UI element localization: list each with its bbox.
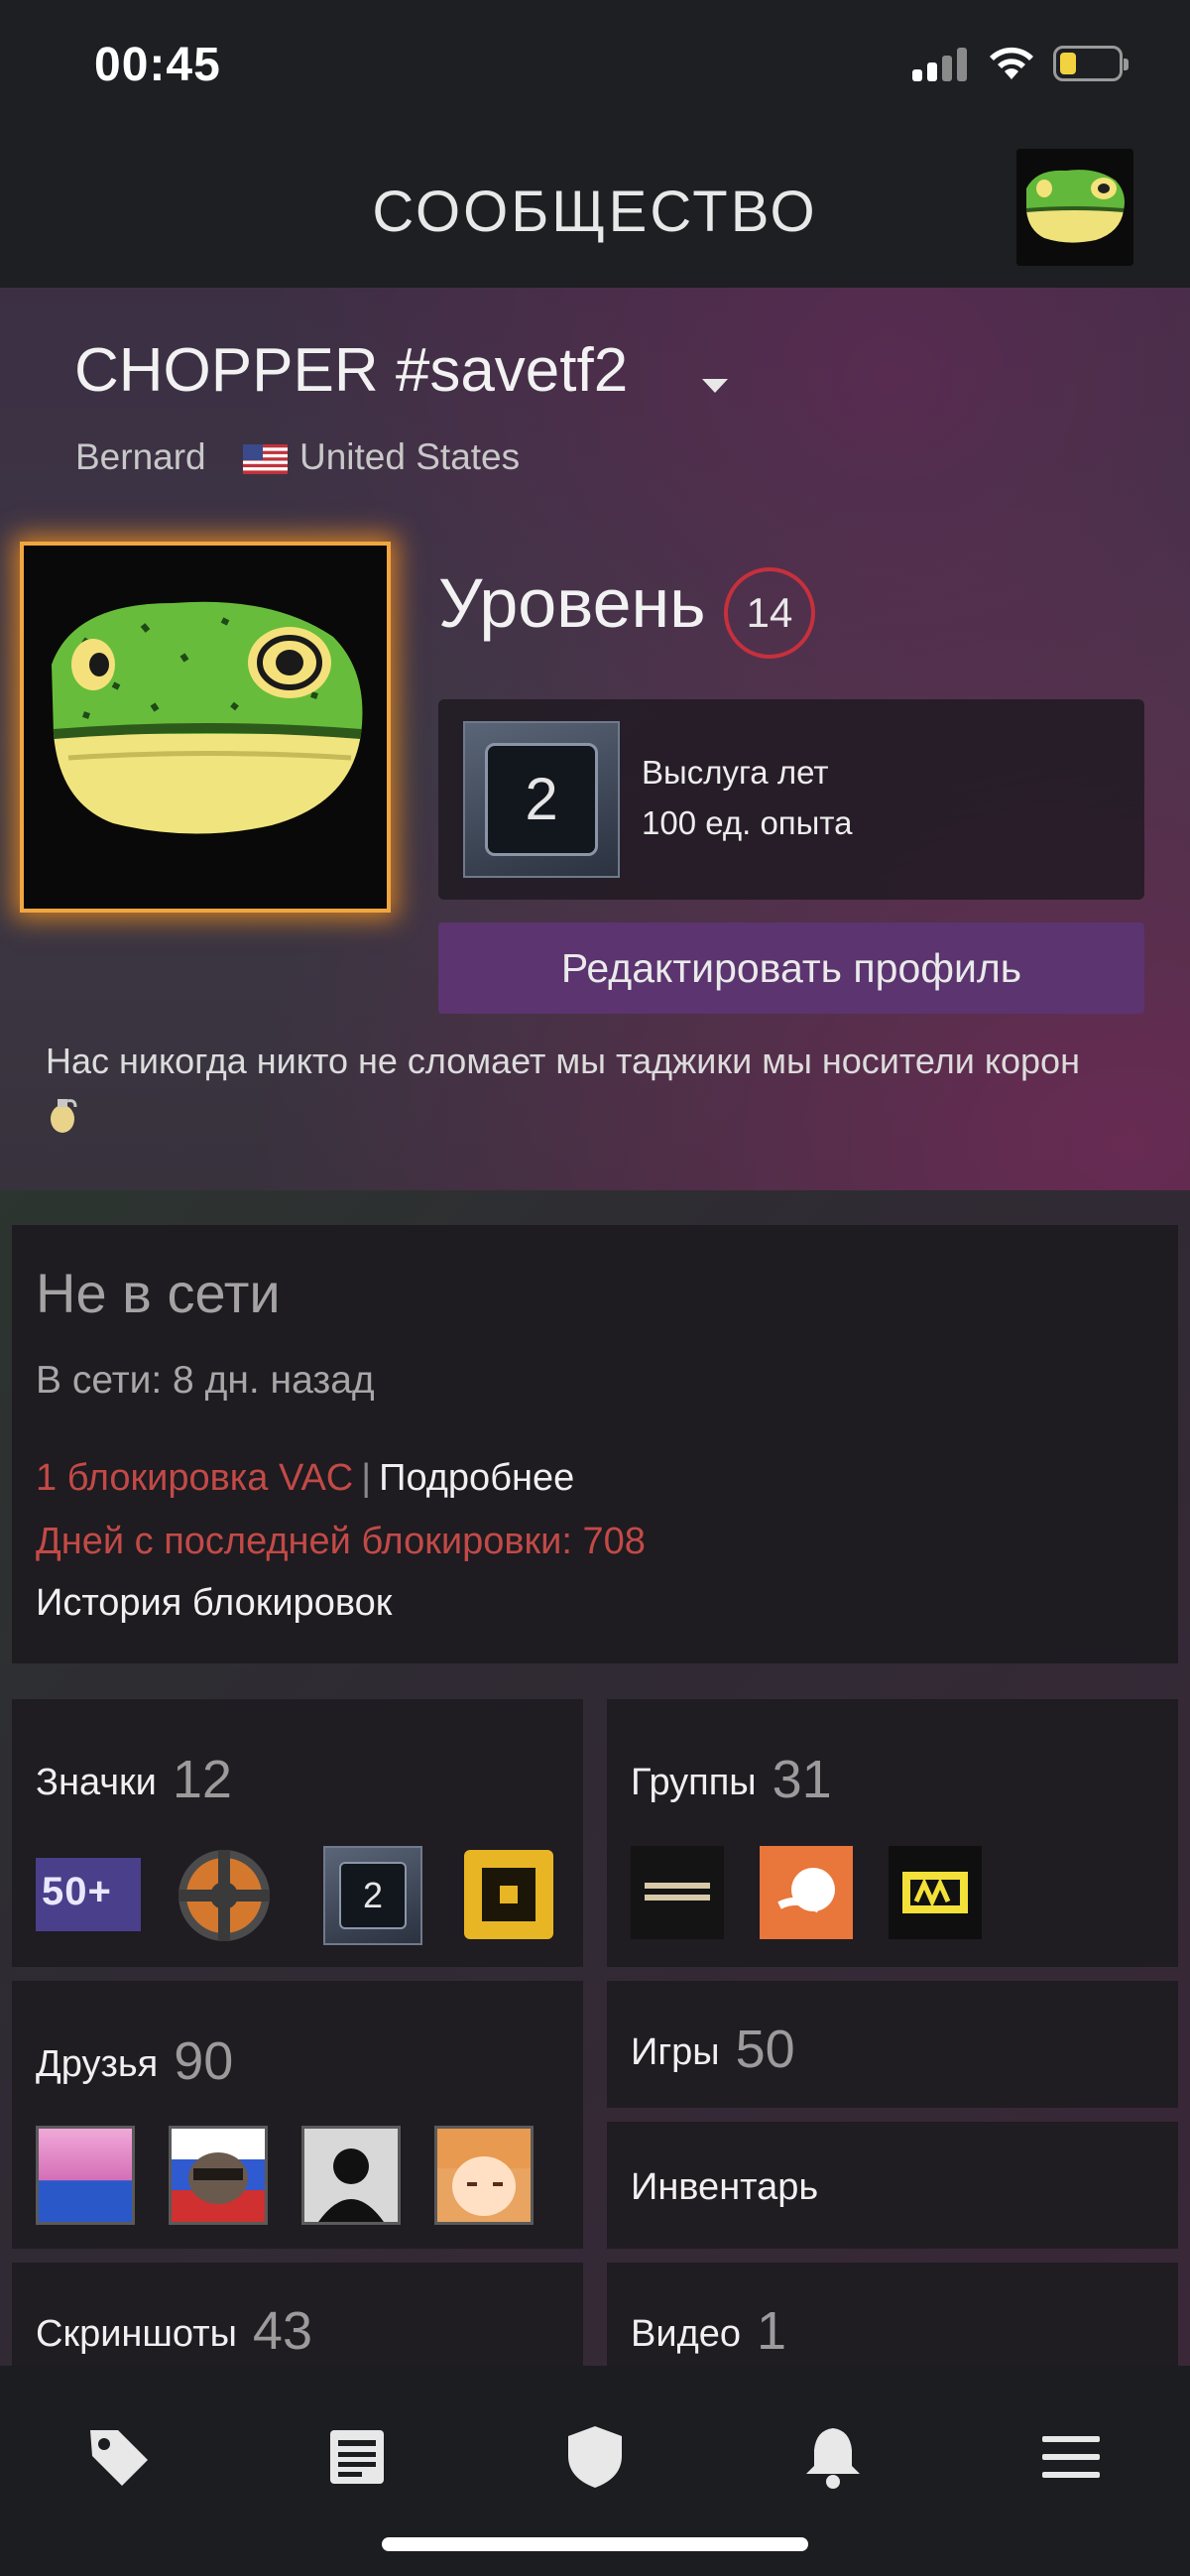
badges-tile[interactable]: Значки 12 50+ 2 [12, 1699, 583, 1967]
games-heading: Игры 50 [631, 2019, 795, 2080]
anime-face-icon [437, 2129, 531, 2216]
games-count: 50 [735, 2020, 795, 2079]
friend-avatar-1[interactable] [36, 2126, 135, 2225]
silhouette-icon [318, 2148, 384, 2222]
videos-tile[interactable]: Видео 1 [607, 2263, 1178, 2366]
videos-heading: Видео 1 [631, 2300, 786, 2362]
screenshots-tile[interactable]: Скриншоты 43 [12, 2263, 583, 2366]
real-name: Bernard [75, 436, 206, 477]
wifi-icon [990, 47, 1033, 79]
friends-count: 90 [174, 2031, 234, 2091]
tf2-badge-icon[interactable] [175, 1846, 274, 1945]
level-label: Уровень [438, 564, 706, 642]
header-avatar[interactable] [1016, 149, 1133, 266]
years-badge-number: 2 [485, 743, 598, 856]
home-indicator[interactable] [382, 2537, 808, 2551]
screenshots-count: 43 [252, 2301, 312, 2361]
online-status: Не в сети [36, 1262, 281, 1324]
featured-badge-card[interactable]: 2 Выслуга лет 100 ед. опыта [438, 699, 1144, 900]
games-label: Игры [631, 2031, 720, 2073]
days-since-ban: Дней с последней блокировки: 708 [36, 1521, 646, 1562]
battery-icon [1053, 46, 1129, 81]
frog-avatar-large-icon [24, 546, 387, 909]
friends-label: Друзья [36, 2043, 159, 2085]
page-title: СООБЩЕСТВО [372, 180, 818, 244]
friends-heading: Друзья 90 [36, 2030, 233, 2092]
friend-avatar-4[interactable] [434, 2126, 534, 2225]
edit-profile-button[interactable]: Редактировать профиль [438, 922, 1144, 1014]
friends-tile[interactable]: Друзья 90 [12, 1981, 583, 2249]
vac-separator: | [361, 1457, 372, 1499]
inventory-label: Инвентарь [631, 2166, 819, 2208]
profile-hero: CHOPPER #savetf2 Bernard United States У… [0, 288, 1190, 1190]
badge-title: Выслуга лет [642, 754, 829, 791]
friend-avatar-3[interactable] [301, 2126, 401, 2225]
group-avatar-navi[interactable] [889, 1846, 982, 1939]
badge-xp: 100 ед. опыта [642, 804, 853, 841]
badges-label: Значки [36, 1762, 157, 1803]
level-badge: 14 [724, 567, 815, 659]
country: United States [299, 436, 521, 477]
signal-icon [912, 48, 968, 81]
ban-history-link[interactable]: История блокировок [36, 1582, 392, 1625]
orange-group-logo-icon [777, 1868, 835, 1913]
chevron-down-icon[interactable] [702, 379, 728, 393]
online-status-tile: Не в сети В сети: 8 дн. назад 1 блокиров… [12, 1225, 1178, 1663]
profile-name[interactable]: CHOPPER #savetf2 [74, 335, 628, 406]
menu-icon[interactable] [1036, 2422, 1106, 2492]
app-header: СООБЩЕСТВО [0, 139, 1190, 288]
profile-avatar[interactable] [24, 546, 387, 909]
friend-avatar-2[interactable] [169, 2126, 268, 2225]
groups-heading: Группы 31 [631, 1749, 832, 1810]
profile-summary: Нас никогда никто не сломает мы таджики … [46, 1034, 1097, 1145]
groups-count: 31 [772, 1750, 832, 1809]
news-icon[interactable] [322, 2422, 392, 2492]
groups-label: Группы [631, 1762, 757, 1803]
frog-avatar-icon [1016, 149, 1133, 266]
groups-tile[interactable]: Группы 31 [607, 1699, 1178, 1967]
group-avatar-orange[interactable] [760, 1846, 853, 1939]
grenade-emoticon-icon [51, 1099, 77, 1133]
videos-count: 1 [757, 2301, 787, 2361]
gold-badge-icon[interactable] [464, 1850, 553, 1939]
vac-line: 1 блокировка VAC | Подробнее [36, 1457, 574, 1500]
chifir-logo-icon [645, 1883, 710, 1901]
years-badge-small[interactable]: 2 [323, 1846, 422, 1945]
shield-icon[interactable] [560, 2422, 630, 2492]
badges-count: 12 [172, 1750, 232, 1809]
raccoon-icon [188, 2152, 248, 2204]
tag-icon[interactable] [84, 2422, 154, 2492]
badge-50-plus[interactable]: 50+ [36, 1858, 141, 1931]
videos-label: Видео [631, 2313, 742, 2355]
screenshots-label: Скриншоты [36, 2313, 237, 2355]
badges-heading: Значки 12 [36, 1749, 232, 1810]
years-of-service-badge: 2 [463, 721, 620, 878]
us-flag-icon [243, 444, 288, 474]
vac-ban-count: 1 блокировка VAC [36, 1457, 354, 1499]
vac-details-link[interactable]: Подробнее [379, 1457, 574, 1499]
years-badge-small-number: 2 [339, 1862, 407, 1929]
inventory-tile[interactable]: Инвентарь [607, 2122, 1178, 2249]
badge-50-plus-text: 50+ [42, 1870, 112, 1913]
navi-logo-icon [902, 1872, 968, 1913]
last-online: В сети: 8 дн. назад [36, 1359, 375, 1402]
clock: 00:45 [94, 39, 221, 91]
group-avatar-chifir[interactable] [631, 1846, 724, 1939]
bell-icon[interactable] [798, 2422, 868, 2492]
status-bar: 00:45 [0, 0, 1190, 139]
games-tile[interactable]: Игры 50 [607, 1981, 1178, 2108]
bio-text: Нас никогда никто не сломает мы таджики … [46, 1041, 1080, 1081]
screenshots-heading: Скриншоты 43 [36, 2300, 312, 2362]
